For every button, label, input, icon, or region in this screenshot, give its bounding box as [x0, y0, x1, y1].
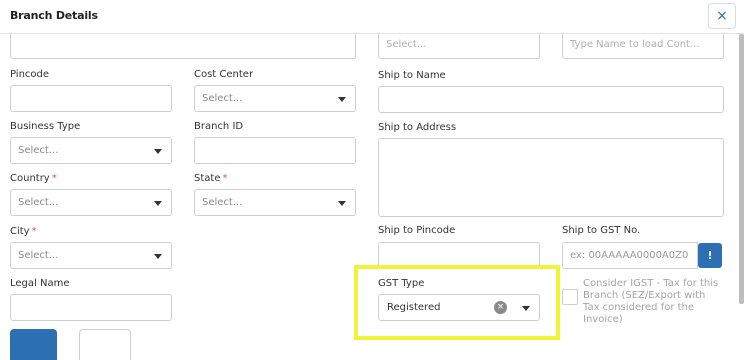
city-label: City *	[10, 226, 37, 237]
chevron-down-icon	[338, 97, 346, 102]
info-icon: !	[707, 249, 713, 262]
state-label: State *	[194, 173, 227, 184]
required-mark: *	[31, 226, 37, 237]
save-button[interactable]	[10, 329, 57, 360]
contact-select-placeholder: Type Name to load Cont...	[570, 39, 700, 50]
pincode-label: Pincode	[10, 69, 50, 80]
chevron-down-icon	[154, 254, 162, 259]
required-mark: *	[222, 173, 228, 184]
ship-to-address-textarea[interactable]	[378, 138, 724, 217]
cost-center-label: Cost Center	[194, 69, 254, 80]
gst-type-select[interactable]: Registered ×	[378, 294, 540, 321]
state-select[interactable]: Select...	[194, 189, 356, 216]
country-label-text: Country	[10, 173, 50, 184]
country-placeholder: Select...	[18, 197, 59, 208]
igst-label: Consider IGST - Tax for this Branch (SEZ…	[583, 278, 719, 325]
ship-to-gst-placeholder: ex: 00AAAAA0000A0Z0	[570, 250, 689, 261]
top-middle-select[interactable]: Select...	[378, 34, 540, 59]
legal-name-label: Legal Name	[10, 278, 70, 289]
country-label: Country *	[10, 173, 57, 184]
igst-checkbox[interactable]	[562, 289, 578, 305]
state-label-text: State	[194, 173, 221, 184]
ship-to-gst-label: Ship to GST No.	[562, 225, 641, 236]
dialog-header: Branch Details ×	[0, 0, 744, 34]
ship-to-pincode-label: Ship to Pincode	[378, 225, 456, 236]
cancel-button[interactable]	[79, 329, 131, 360]
close-button[interactable]: ×	[708, 3, 736, 29]
chevron-down-icon	[522, 306, 530, 311]
city-placeholder: Select...	[18, 250, 59, 261]
clear-icon[interactable]: ×	[494, 301, 507, 314]
city-select[interactable]: Select...	[10, 242, 172, 269]
contact-select[interactable]: Type Name to load Cont...	[562, 34, 724, 59]
close-icon: ×	[716, 8, 728, 24]
ship-to-gst-input[interactable]: ex: 00AAAAA0000A0Z0	[562, 242, 698, 269]
cost-center-select[interactable]: Select...	[194, 85, 356, 112]
legal-name-input[interactable]	[10, 294, 172, 321]
dialog-title: Branch Details	[10, 9, 98, 22]
required-mark: *	[51, 173, 57, 184]
city-label-text: City	[10, 226, 30, 237]
business-type-label: Business Type	[10, 121, 81, 132]
state-placeholder: Select...	[202, 197, 243, 208]
branch-id-input[interactable]	[194, 137, 356, 164]
chevron-down-icon	[338, 201, 346, 206]
pincode-input[interactable]	[10, 85, 172, 112]
chevron-down-icon	[154, 201, 162, 206]
branch-id-label: Branch ID	[194, 121, 244, 132]
ship-to-name-input[interactable]	[378, 86, 724, 113]
country-select[interactable]: Select...	[10, 189, 172, 216]
gst-type-label: GST Type	[378, 278, 425, 289]
business-type-select[interactable]: Select...	[10, 137, 172, 164]
gst-info-button[interactable]: !	[698, 243, 722, 268]
chevron-down-icon	[154, 149, 162, 154]
ship-to-address-label: Ship to Address	[378, 122, 457, 133]
cost-center-placeholder: Select...	[202, 93, 243, 104]
business-type-placeholder: Select...	[18, 145, 59, 156]
top-middle-select-placeholder: Select...	[386, 39, 427, 50]
top-left-input[interactable]	[10, 34, 356, 59]
scrollbar[interactable]	[739, 34, 744, 304]
gst-type-value: Registered	[387, 302, 441, 313]
ship-to-name-label: Ship to Name	[378, 70, 446, 81]
